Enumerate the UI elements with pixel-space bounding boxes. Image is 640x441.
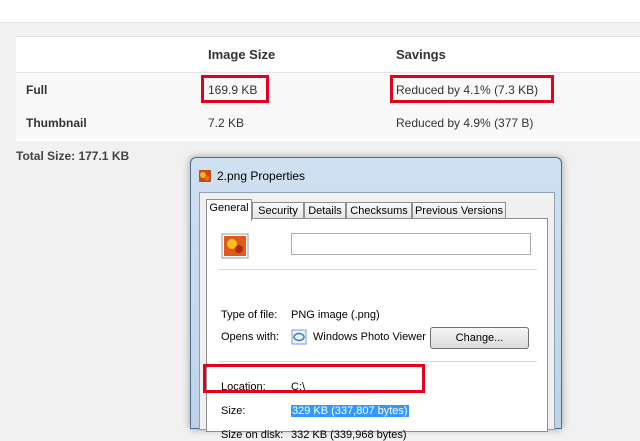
size-value[interactable]: 329 KB (337,807 bytes)	[291, 405, 409, 417]
dialog-title: 2.png Properties	[217, 169, 306, 183]
tab-general[interactable]: General	[206, 199, 252, 221]
header-image-size: Image Size	[208, 47, 276, 62]
savings-table: Image Size Savings Full 169.9 KB Reduced…	[16, 36, 640, 141]
row-size: 7.2 KB	[208, 116, 245, 130]
table-row: Thumbnail 7.2 KB Reduced by 4.9% (377 B)	[16, 106, 640, 139]
change-button[interactable]: Change...	[430, 327, 529, 349]
photo-viewer-icon	[291, 329, 307, 345]
size-on-disk-label: Size on disk:	[221, 429, 284, 441]
divider	[219, 361, 537, 362]
divider	[219, 269, 537, 270]
highlight-box-savings	[390, 75, 554, 103]
general-page: Type of file: PNG image (.png) Opens wit…	[206, 218, 548, 441]
top-bar	[0, 0, 640, 23]
size-label: Size:	[221, 405, 246, 417]
row-savings: Reduced by 4.9% (377 B)	[396, 116, 534, 130]
opens-with-label: Opens with:	[221, 331, 280, 343]
row-label: Thumbnail	[26, 116, 87, 130]
opens-with-value: Windows Photo Viewer	[313, 331, 426, 343]
type-label: Type of file:	[221, 309, 278, 321]
total-size: Total Size: 177.1 KB	[16, 149, 130, 163]
size-value-wrap: 329 KB (337,807 bytes)	[291, 405, 409, 417]
size-on-disk-value: 332 KB (339,968 bytes)	[291, 429, 407, 441]
tab-details[interactable]: Details	[304, 202, 346, 219]
image-file-icon	[199, 170, 211, 182]
tab-previous-versions[interactable]: Previous Versions	[412, 202, 506, 219]
tab-checksums[interactable]: Checksums	[346, 202, 412, 219]
type-value: PNG image (.png)	[291, 309, 380, 321]
header-savings: Savings	[396, 47, 446, 62]
highlight-box-size	[201, 75, 269, 103]
row-label: Full	[26, 83, 48, 97]
image-file-icon	[221, 233, 249, 259]
file-name-field[interactable]	[291, 233, 531, 255]
dialog-content: General Security Details Checksums Previ…	[199, 192, 555, 441]
highlight-box-file-size	[203, 364, 425, 393]
tab-security[interactable]: Security	[252, 202, 304, 219]
